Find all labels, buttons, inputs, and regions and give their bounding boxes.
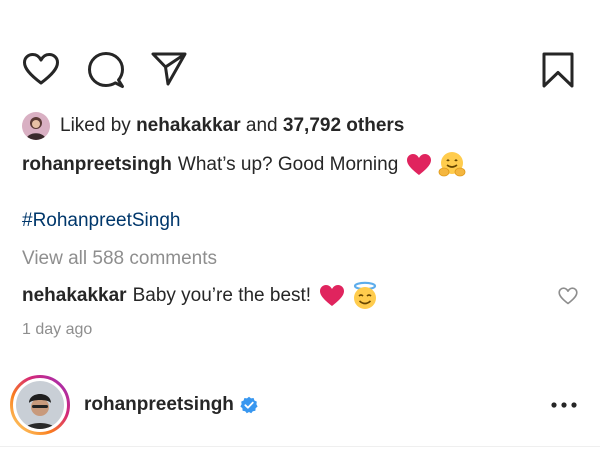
comment-username[interactable]: nehakakkar	[22, 280, 127, 312]
liker-username[interactable]: nehakakkar	[136, 115, 241, 136]
liked-by-row: Liked by nehakakkar and 37,792 others	[22, 111, 404, 141]
more-options-icon[interactable]	[548, 398, 580, 417]
likes-connector: and	[245, 115, 278, 136]
smiling-face-with-halo-emoji	[351, 281, 379, 311]
paper-plane-icon[interactable]	[150, 51, 188, 87]
post-timestamp: 1 day ago	[22, 321, 93, 338]
liker-avatar[interactable]	[22, 112, 50, 140]
red-heart-emoji	[319, 284, 345, 308]
view-all-comments-link[interactable]: View all 588 comments	[22, 245, 217, 273]
comment-bubble-icon[interactable]	[87, 51, 125, 89]
divider	[0, 446, 600, 447]
likes-prefix: Liked by	[60, 115, 131, 136]
comment-item: nehakakkar Baby you’re the best!	[22, 280, 379, 312]
comment-like-heart-icon[interactable]	[558, 287, 578, 310]
verified-badge-icon	[240, 396, 258, 414]
red-heart-emoji	[406, 153, 432, 177]
profile-avatar[interactable]	[10, 375, 70, 435]
caption: rohanpreetsingh What’s up? Good Morning	[22, 149, 466, 181]
profile-username-row: rohanpreetsingh	[84, 390, 258, 420]
likes-count[interactable]: 37,792 others	[283, 115, 404, 136]
bookmark-icon[interactable]	[541, 51, 575, 89]
caption-username[interactable]: rohanpreetsingh	[22, 149, 172, 181]
hashtag-link[interactable]: #RohanpreetSingh	[22, 207, 180, 235]
caption-text: What’s up? Good Morning	[177, 154, 399, 175]
profile-username[interactable]: rohanpreetsingh	[84, 394, 234, 416]
like-heart-icon[interactable]	[22, 52, 60, 86]
comment-text: Baby you’re the best!	[132, 285, 312, 306]
hugging-face-emoji	[438, 151, 466, 179]
